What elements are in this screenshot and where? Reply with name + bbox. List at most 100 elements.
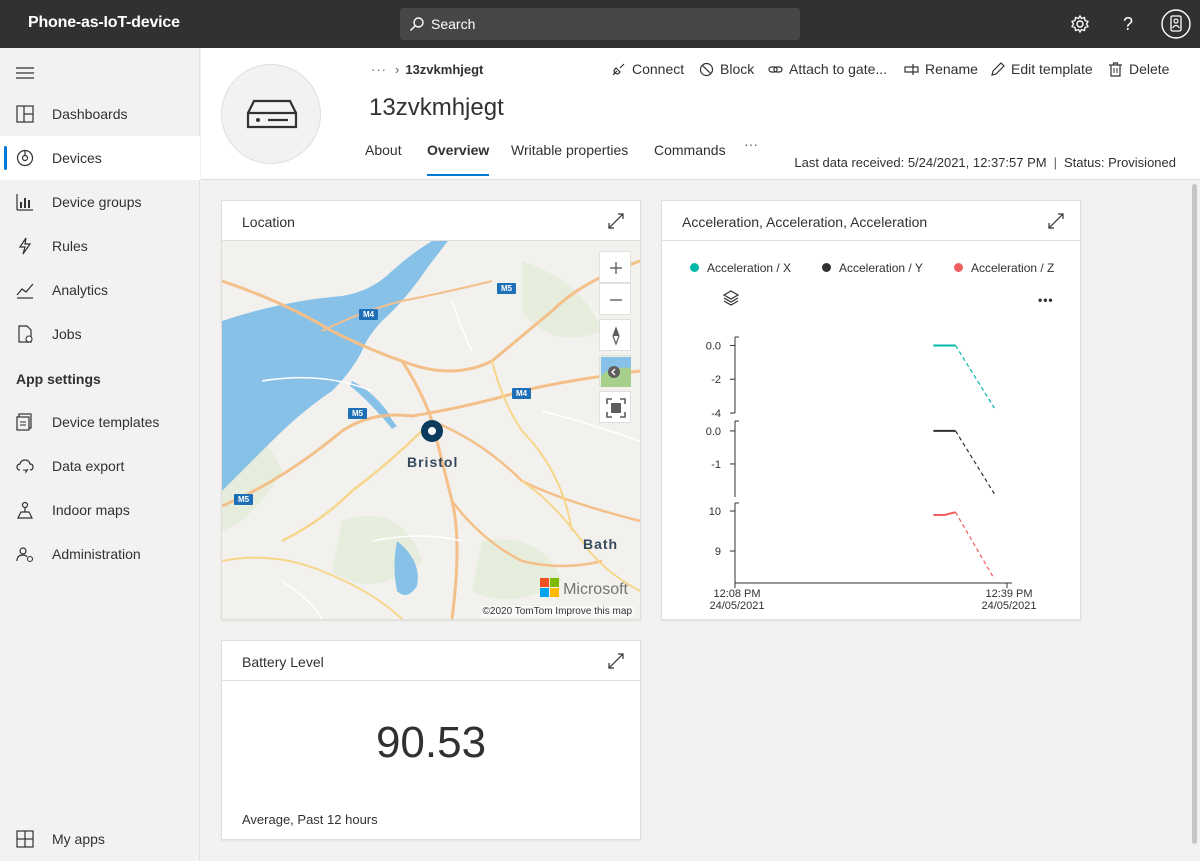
status-badge: Status: Provisioned xyxy=(1063,155,1176,170)
data-export-icon xyxy=(16,459,34,474)
hamburger-menu-icon[interactable] xyxy=(16,66,34,80)
sidebar-item-administration[interactable]: Administration xyxy=(0,532,200,576)
sidebar-item-label: My apps xyxy=(52,831,105,847)
legend-label: Acceleration / X xyxy=(707,261,792,275)
block-button[interactable]: Block xyxy=(699,61,754,77)
svg-text:?: ? xyxy=(1123,14,1133,34)
fullscreen-icon xyxy=(606,398,626,418)
sidebar-item-device-templates[interactable]: Device templates xyxy=(0,400,200,444)
sidebar-item-my-apps[interactable]: My apps xyxy=(0,817,200,861)
tab-writable-properties[interactable]: Writable properties xyxy=(511,142,628,176)
layers-icon[interactable] xyxy=(722,289,740,307)
x-tick-date-label: 24/05/2021 xyxy=(709,600,764,612)
rename-icon xyxy=(904,64,919,75)
attach-to-gateway-button[interactable]: Attach to gate... xyxy=(768,61,887,77)
tab-overview[interactable]: Overview xyxy=(427,142,490,176)
card-header: Location xyxy=(222,201,640,241)
legend-dot xyxy=(954,263,963,272)
sidebar-item-data-export[interactable]: Data export xyxy=(0,444,200,488)
page-scrollbar[interactable] xyxy=(1192,184,1197,844)
zoom-out-button[interactable] xyxy=(599,283,631,315)
sidebar-item-dashboards[interactable]: Dashboards xyxy=(0,92,200,136)
block-icon xyxy=(699,62,714,77)
sidebar-item-devices[interactable]: Devices xyxy=(0,136,200,180)
devices-icon xyxy=(16,149,34,167)
administration-icon xyxy=(16,547,34,563)
legend-item-z[interactable]: Acceleration / Z xyxy=(954,261,1054,275)
microsoft-logo-icon xyxy=(540,578,560,597)
device-image xyxy=(221,64,321,164)
card-header: Battery Level xyxy=(222,641,640,681)
compass-button[interactable] xyxy=(599,319,631,351)
sidebar-item-label: Indoor maps xyxy=(52,502,130,518)
tab-overflow[interactable]: ··· xyxy=(744,136,758,170)
help-icon[interactable]: ? xyxy=(1116,12,1140,36)
sidebar-item-label: Device templates xyxy=(52,414,160,430)
fullscreen-button[interactable] xyxy=(599,391,631,423)
legend-item-y[interactable]: Acceleration / Y xyxy=(822,261,923,275)
gear-icon[interactable] xyxy=(1068,12,1092,36)
map-canvas xyxy=(222,241,640,619)
sidebar-item-label: Devices xyxy=(52,150,102,166)
zoom-in-button[interactable] xyxy=(599,251,631,283)
card-title: Battery Level xyxy=(242,654,324,670)
map-style-icon xyxy=(601,357,631,387)
road-label: M5 xyxy=(234,494,254,505)
map-city-label: Bath xyxy=(583,536,619,552)
breadcrumb-overflow[interactable]: ··· xyxy=(371,62,387,77)
sidebar-item-analytics[interactable]: Analytics xyxy=(0,268,200,312)
acceleration-card: Acceleration, Acceleration, Acceleration… xyxy=(661,200,1081,620)
rename-button[interactable]: Rename xyxy=(904,61,978,77)
app-title[interactable]: Phone-as-IoT-device xyxy=(28,14,180,32)
connect-label: Connect xyxy=(632,61,685,77)
sidebar-item-label: Analytics xyxy=(52,282,109,298)
status-line: Last data received: 5/24/2021, 12:37:57 … xyxy=(794,155,1176,170)
tab-commands[interactable]: Commands xyxy=(654,142,726,176)
expand-icon[interactable] xyxy=(608,653,624,669)
edit-template-button[interactable]: Edit template xyxy=(990,61,1093,77)
y-tick-label: 0.0 xyxy=(706,340,721,352)
status-separator: | xyxy=(1053,155,1057,170)
sidebar-item-jobs[interactable]: Jobs xyxy=(0,312,200,356)
minus-icon xyxy=(610,299,622,301)
sidebar: Dashboards Devices Device groups Rules A… xyxy=(0,48,200,861)
tab-about[interactable]: About xyxy=(365,142,402,176)
legend-label: Acceleration / Z xyxy=(971,261,1055,275)
analytics-icon xyxy=(16,283,34,299)
x-tick-label: 12:08 PM xyxy=(713,588,760,600)
last-data-received: Last data received: 5/24/2021, 12:37:57 … xyxy=(794,155,1047,170)
chevron-right-icon: › xyxy=(395,62,400,77)
y-tick-label: -2 xyxy=(711,374,721,386)
series-projection-line xyxy=(955,345,995,409)
map-style-button[interactable] xyxy=(599,355,631,387)
compass-icon xyxy=(612,326,620,346)
expand-icon[interactable] xyxy=(1048,213,1064,229)
attach-label: Attach to gate... xyxy=(789,61,888,77)
sidebar-item-device-groups[interactable]: Device groups xyxy=(0,180,200,224)
legend-item-x[interactable]: Acceleration / X xyxy=(690,261,791,275)
plug-icon xyxy=(612,63,625,76)
road-label: M4 xyxy=(359,309,379,320)
battery-card: Battery Level 90.53 Average, Past 12 hou… xyxy=(221,640,641,840)
rename-label: Rename xyxy=(925,61,978,77)
legend-label: Acceleration / Y xyxy=(839,261,923,275)
map-credit[interactable]: ©2020 TomTom Improve this map xyxy=(480,606,634,617)
user-avatar-icon[interactable] xyxy=(1160,8,1192,40)
edit-template-label: Edit template xyxy=(1011,61,1093,77)
jobs-icon xyxy=(18,325,33,343)
sidebar-item-indoor-maps[interactable]: Indoor maps xyxy=(0,488,200,532)
more-options-button[interactable]: ••• xyxy=(1038,293,1054,307)
apps-icon xyxy=(16,830,34,848)
connect-button[interactable]: Connect xyxy=(611,61,684,77)
sidebar-item-label: Device groups xyxy=(52,194,142,210)
delete-button[interactable]: Delete xyxy=(1108,61,1169,77)
acceleration-chart[interactable]: 0.0-2-40.0-110912:08 PM24/05/202112:39 P… xyxy=(662,321,1080,619)
expand-icon[interactable] xyxy=(608,213,624,229)
indoor-maps-icon xyxy=(17,501,33,519)
series-projection-line xyxy=(955,430,995,495)
search-box[interactable]: Search xyxy=(400,8,800,40)
sidebar-item-label: Data export xyxy=(52,458,125,474)
sidebar-item-rules[interactable]: Rules xyxy=(0,224,200,268)
map[interactable]: M5 M4 M4 M5 M5 Bristol Bath Microsoft ©2… xyxy=(222,241,640,619)
series-projection-line xyxy=(955,511,995,580)
